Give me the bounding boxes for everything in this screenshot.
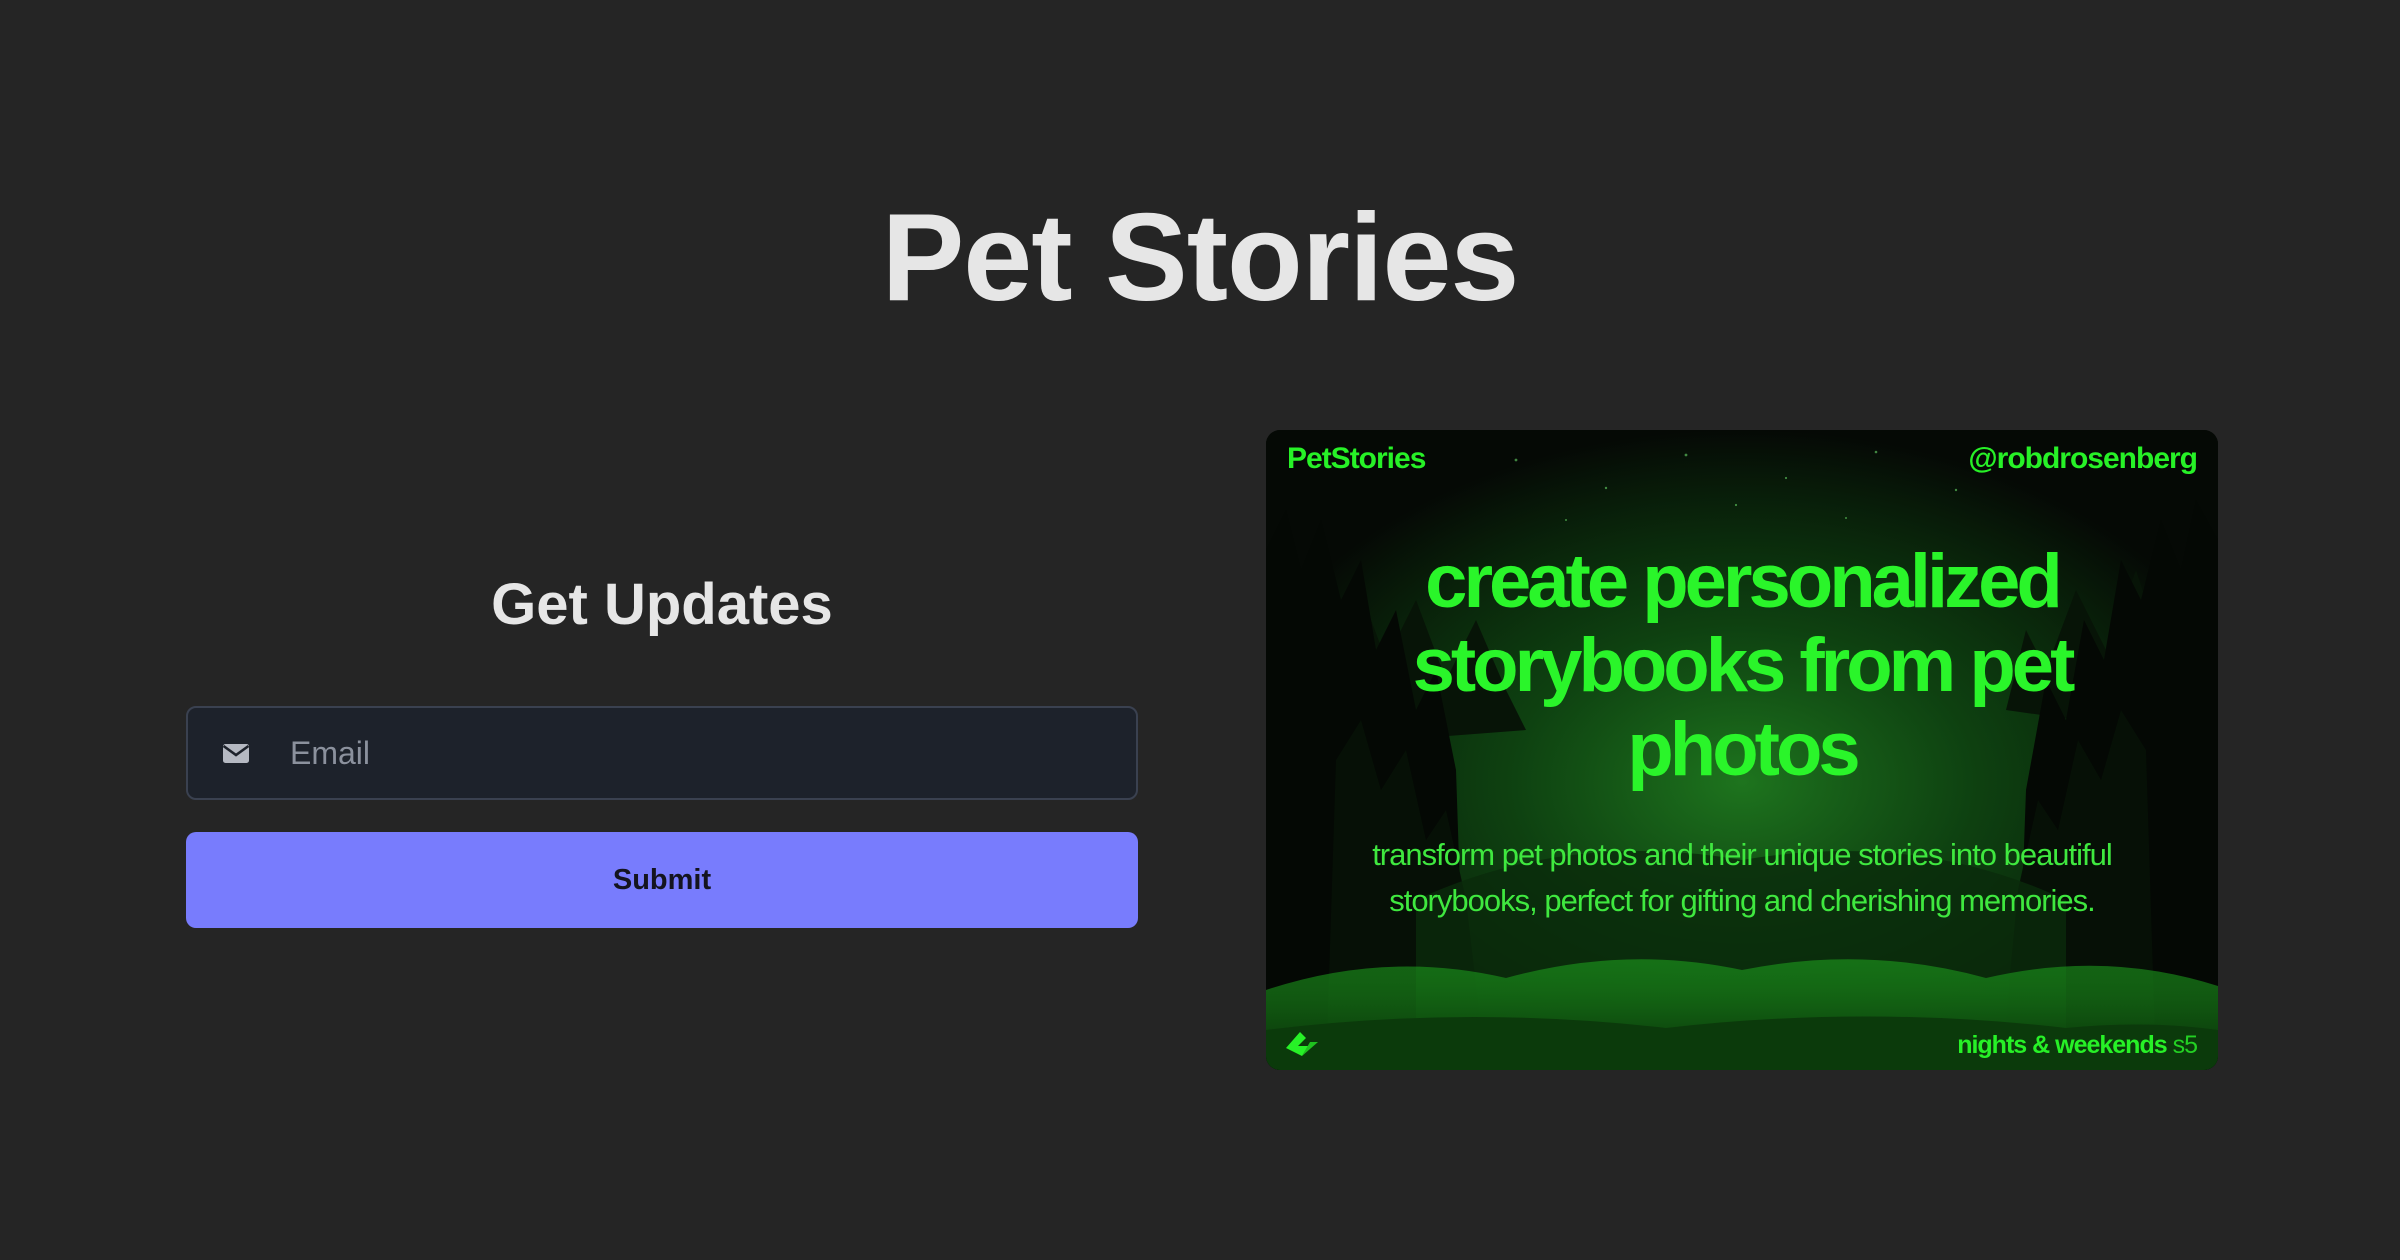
email-field[interactable] bbox=[186, 706, 1138, 800]
submit-button[interactable]: Submit bbox=[186, 832, 1138, 928]
email-input[interactable] bbox=[290, 708, 1116, 798]
form-heading: Get Updates bbox=[491, 572, 833, 637]
buildspace-logo-icon bbox=[1286, 1032, 1318, 1056]
promo-footer-season: s5 bbox=[2172, 1031, 2198, 1059]
promo-image: PetStories @robdrosenberg create persona… bbox=[1266, 430, 2218, 1070]
promo-brand: PetStories bbox=[1287, 442, 1426, 475]
mail-icon bbox=[222, 744, 250, 763]
promo-headline: create personalized storybooks from pet … bbox=[1412, 539, 2076, 792]
promo-subtitle: transform pet photos and their unique st… bbox=[1372, 837, 2113, 918]
promo-footer-label: nights & weekends bbox=[1957, 1031, 2167, 1059]
page: Pet Stories Get Updates Submit bbox=[0, 0, 2400, 1260]
promo-footer: nights & weekends s5 bbox=[1957, 1031, 2198, 1060]
page-title: Pet Stories bbox=[881, 189, 1520, 328]
promo-content: PetStories @robdrosenberg create persona… bbox=[1266, 430, 2218, 1070]
updates-form: Get Updates Submit bbox=[186, 560, 1138, 928]
promo-handle: @robdrosenberg bbox=[1968, 442, 2198, 475]
